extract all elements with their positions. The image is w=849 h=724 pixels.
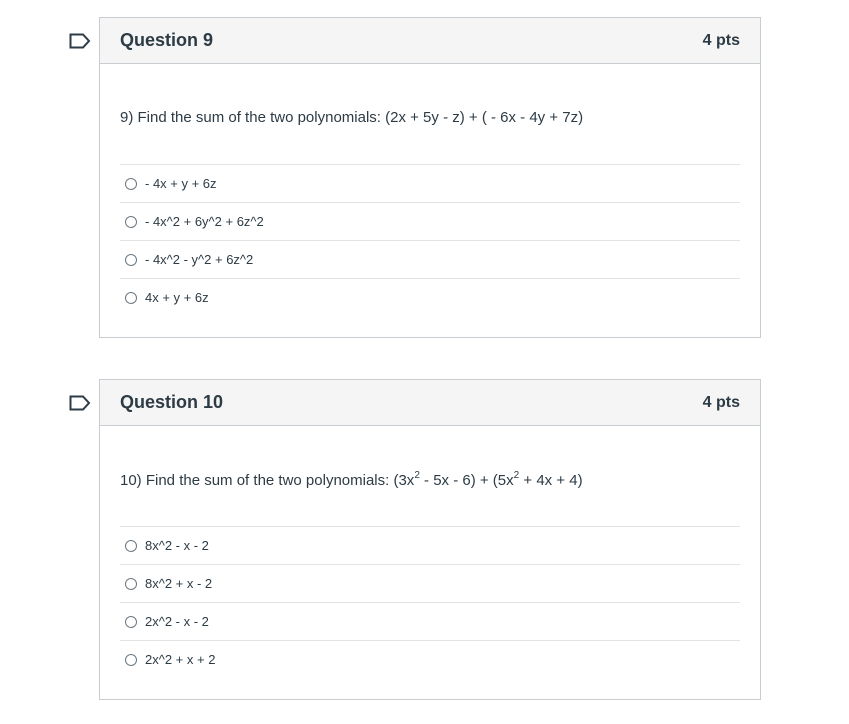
answer-option[interactable]: 2x^2 - x - 2 — [120, 602, 740, 640]
question-text-suffix: + 4x + 4) — [519, 472, 583, 489]
radio-button[interactable] — [125, 291, 137, 304]
answer-label: - 4x^2 - y^2 + 6z^2 — [145, 252, 254, 267]
answer-list: - 4x + y + 6z - 4x^2 + 6y^2 + 6z^2 - 4x^… — [120, 164, 740, 316]
flag-icon[interactable] — [69, 395, 91, 411]
answer-list: 8x^2 - x - 2 8x^2 + x - 2 2x^2 - x - 2 2… — [120, 526, 740, 678]
answer-option[interactable]: - 4x^2 - y^2 + 6z^2 — [120, 240, 740, 278]
question-text-prefix: 10) Find the sum of the two polynomials:… — [120, 472, 415, 489]
answer-label: 2x^2 - x - 2 — [145, 614, 209, 629]
radio-button[interactable] — [125, 653, 137, 666]
answer-label: 8x^2 - x - 2 — [145, 538, 209, 553]
question-9: Question 9 4 pts 9) Find the sum of the … — [69, 17, 761, 338]
question-title: Question 10 — [120, 392, 224, 412]
question-text: 9) Find the sum of the two polynomials: … — [120, 109, 584, 126]
question-header: Question 10 4 pts — [100, 380, 760, 426]
radio-button[interactable] — [125, 577, 137, 590]
answer-label: - 4x^2 + 6y^2 + 6z^2 — [145, 214, 264, 229]
answer-option[interactable]: 8x^2 + x - 2 — [120, 564, 740, 602]
answer-option[interactable]: 2x^2 + x + 2 — [120, 640, 740, 678]
question-10: Question 10 4 pts 10) Find the sum of th… — [69, 379, 761, 700]
exponent: 2 — [414, 470, 420, 481]
answer-option[interactable]: 8x^2 - x - 2 — [120, 526, 740, 564]
radio-button[interactable] — [125, 539, 137, 552]
flag-icon[interactable] — [69, 33, 91, 49]
question-header: Question 9 4 pts — [100, 18, 760, 64]
answer-option[interactable]: - 4x^2 + 6y^2 + 6z^2 — [120, 202, 740, 240]
radio-button[interactable] — [125, 177, 137, 190]
question-title: Question 9 — [120, 30, 214, 50]
answer-option[interactable]: 4x + y + 6z — [120, 278, 740, 316]
answer-label: 8x^2 + x - 2 — [145, 576, 213, 591]
question-text-middle: - 5x - 6) + (5x — [419, 472, 514, 489]
radio-button[interactable] — [125, 215, 137, 228]
question-points: 4 pts — [702, 393, 740, 411]
answer-label: - 4x + y + 6z — [145, 176, 217, 191]
question-text: 10) Find the sum of the two polynomials:… — [120, 470, 740, 489]
answer-label: 4x + y + 6z — [145, 290, 209, 305]
question-points: 4 pts — [702, 31, 740, 49]
answer-option[interactable]: - 4x + y + 6z — [120, 164, 740, 202]
exponent: 2 — [513, 470, 520, 481]
radio-button[interactable] — [125, 253, 137, 266]
answer-label: 2x^2 + x + 2 — [145, 652, 216, 667]
radio-button[interactable] — [125, 615, 137, 628]
